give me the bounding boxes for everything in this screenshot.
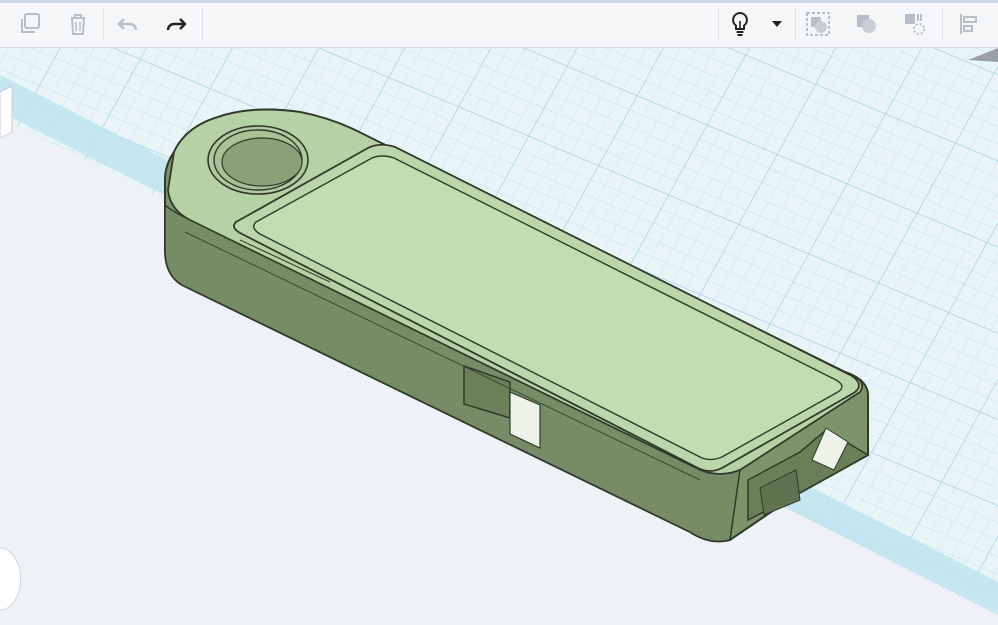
toolbar-divider	[942, 8, 943, 40]
nav-control[interactable]	[0, 547, 22, 611]
undo-icon[interactable]	[110, 6, 146, 42]
3d-viewport[interactable]	[0, 48, 998, 625]
toolbar-divider	[202, 8, 203, 40]
dropdown-caret-icon[interactable]	[762, 6, 792, 42]
group-icon[interactable]	[800, 6, 836, 42]
lightbulb-icon[interactable]	[722, 6, 758, 42]
toolbar-divider	[795, 8, 796, 40]
copy-icon[interactable]	[12, 6, 48, 42]
redo-icon[interactable]	[158, 6, 194, 42]
top-toolbar	[0, 0, 998, 48]
trash-icon[interactable]	[60, 6, 96, 42]
toolbar-divider	[718, 8, 719, 40]
align-icon[interactable]	[950, 6, 986, 42]
view-cube[interactable]	[0, 85, 13, 139]
mirror-icon[interactable]	[896, 6, 932, 42]
ungroup-icon[interactable]	[848, 6, 884, 42]
toolbar-divider	[103, 8, 104, 40]
